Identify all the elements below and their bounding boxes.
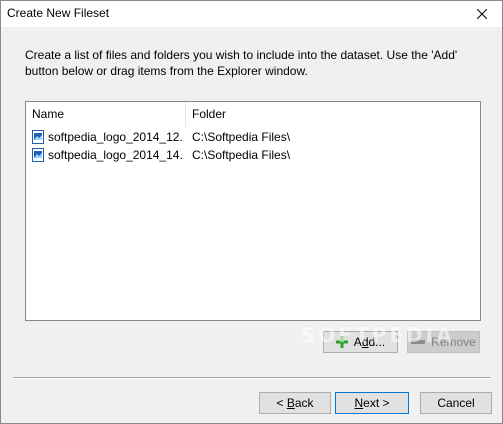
divider	[13, 377, 490, 379]
remove-button-label: Remove	[431, 335, 476, 349]
window-title: Create New Fileset	[7, 6, 110, 20]
instructions-text: Create a list of files and folders you w…	[25, 48, 458, 78]
minus-icon	[411, 340, 426, 344]
dialog-window: Create New Fileset Create a list of file…	[0, 0, 503, 424]
list-item[interactable]: softpedia_logo_2014_14... C:\Softpedia F…	[26, 146, 480, 164]
cancel-button-label: Cancel	[437, 396, 475, 410]
add-button[interactable]: Add...	[323, 331, 398, 353]
list-item-name-cell: softpedia_logo_2014_12...	[32, 128, 184, 146]
list-item-name-cell: softpedia_logo_2014_14...	[32, 146, 184, 164]
file-name: softpedia_logo_2014_14...	[48, 148, 184, 162]
add-button-label: Add...	[353, 335, 386, 349]
image-file-icon	[32, 148, 44, 162]
close-button[interactable]	[462, 1, 502, 27]
next-button[interactable]: Next >	[335, 392, 409, 414]
remove-button[interactable]: Remove	[407, 331, 480, 353]
list-header: Name Folder	[26, 102, 480, 127]
file-folder: C:\Softpedia Files\	[192, 148, 291, 162]
cancel-button[interactable]: Cancel	[420, 392, 492, 414]
back-button-label: < Back	[276, 396, 314, 410]
plus-icon	[335, 336, 348, 348]
column-header-name[interactable]: Name	[26, 102, 186, 127]
file-list[interactable]: Name Folder softpedia_logo_2014_12... C:…	[25, 101, 481, 321]
image-file-icon	[32, 130, 44, 144]
next-button-label: Next >	[354, 396, 390, 410]
file-name: softpedia_logo_2014_12...	[48, 130, 184, 144]
file-folder: C:\Softpedia Files\	[192, 130, 291, 144]
column-header-folder[interactable]: Folder	[186, 102, 480, 127]
title-bar: Create New Fileset	[1, 1, 502, 27]
list-item[interactable]: softpedia_logo_2014_12... C:\Softpedia F…	[26, 128, 480, 146]
back-button[interactable]: < Back	[259, 392, 331, 414]
close-icon	[477, 9, 487, 19]
